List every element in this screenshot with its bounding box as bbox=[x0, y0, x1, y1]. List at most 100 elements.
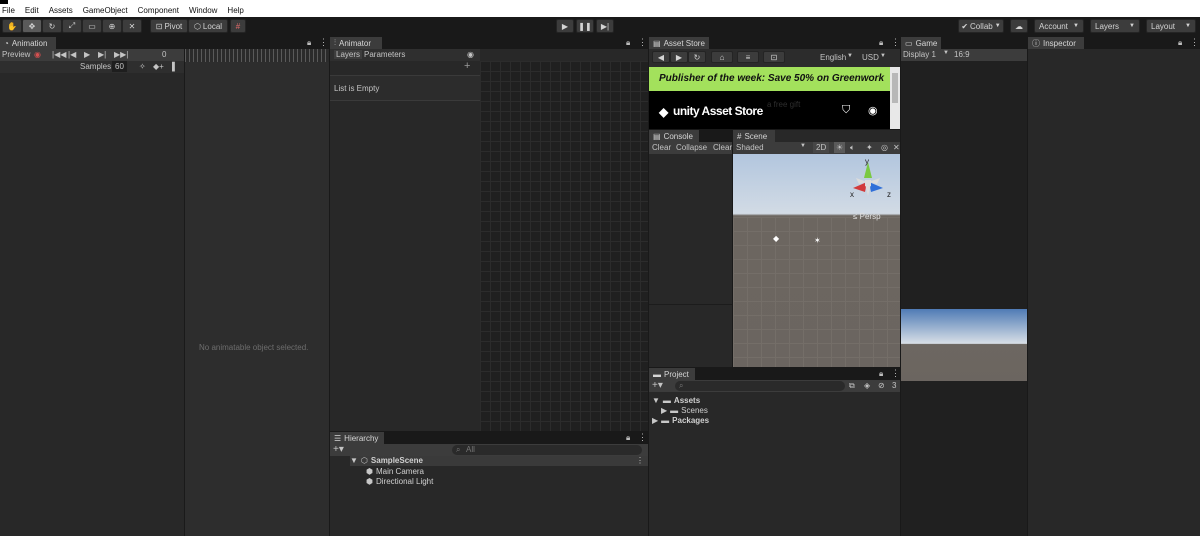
kebab-menu-icon[interactable]: ⋮ bbox=[638, 432, 647, 443]
forward-button[interactable]: ▶ bbox=[670, 51, 688, 63]
play-anim-icon[interactable]: ▶ bbox=[84, 50, 90, 59]
grid-snap-button[interactable]: # bbox=[230, 19, 246, 33]
tools-icon[interactable]: ✕ bbox=[893, 143, 900, 152]
lock-icon[interactable]: 🔒︎ bbox=[626, 38, 630, 48]
clear-on-play-button[interactable]: Clear bbox=[713, 143, 732, 152]
collapse-arrow-icon[interactable]: ▶ bbox=[652, 416, 658, 425]
scrollbar-thumb[interactable] bbox=[892, 73, 898, 103]
tab-project[interactable]: ▬ Project bbox=[649, 368, 695, 380]
collab-button[interactable]: ✔ Collab ▼ bbox=[958, 19, 1004, 33]
scene-row[interactable]: ▼ ⬡ SampleScene ⋮ bbox=[350, 456, 648, 466]
tab-inspector[interactable]: ⓘ Inspector bbox=[1028, 37, 1084, 49]
hierarchy-search[interactable]: ⌕ All bbox=[452, 445, 642, 455]
rect-tool-button[interactable]: ▭ bbox=[82, 19, 102, 33]
account-dropdown[interactable]: Account ▼ bbox=[1034, 19, 1084, 33]
menu-assets[interactable]: Assets bbox=[49, 6, 73, 15]
kebab-menu-icon[interactable]: ⋮ bbox=[891, 37, 900, 48]
game-view[interactable] bbox=[901, 61, 1027, 536]
cloud-button[interactable]: ☁ bbox=[1010, 19, 1028, 33]
last-key-icon[interactable]: ▶▶| bbox=[114, 50, 128, 59]
visibility-icon[interactable]: ◎ bbox=[881, 143, 888, 152]
tab-game[interactable]: ▭ Game bbox=[901, 37, 941, 49]
home-button[interactable]: ⌂ bbox=[711, 51, 733, 63]
tab-parameters[interactable]: Parameters bbox=[364, 50, 405, 59]
lock-icon[interactable]: 🔒︎ bbox=[307, 38, 311, 48]
record-icon[interactable]: ◉ bbox=[34, 50, 41, 59]
create-button[interactable]: +▾ bbox=[333, 444, 344, 455]
tab-animator[interactable]: ⫶ Animator bbox=[330, 37, 382, 49]
tab-layers[interactable]: Layers bbox=[334, 50, 363, 59]
light-icon[interactable]: ☀ bbox=[834, 142, 846, 153]
hidden-packages-icon[interactable]: ⊘ bbox=[878, 381, 885, 390]
hierarchy-item-light[interactable]: ⬢ Directional Light bbox=[366, 477, 433, 486]
menu-window[interactable]: Window bbox=[189, 6, 217, 15]
filter-label-icon[interactable]: ◈ bbox=[864, 381, 870, 390]
download-button[interactable]: ⊡ bbox=[763, 51, 785, 63]
next-key-icon[interactable]: ▶| bbox=[98, 50, 106, 59]
tab-asset-store[interactable]: ▤ Asset Store bbox=[649, 37, 709, 49]
light-gizmo-icon[interactable]: ✶ bbox=[814, 236, 821, 245]
tab-hierarchy[interactable]: ☰ Hierarchy bbox=[330, 432, 384, 444]
lock-icon[interactable]: 🔒︎ bbox=[879, 38, 883, 48]
play-button[interactable]: ▶ bbox=[556, 19, 574, 33]
scene-view[interactable]: y x z ≤ Persp ◆ ✶ bbox=[733, 154, 900, 367]
currency-dropdown[interactable]: USD bbox=[862, 53, 879, 62]
camera-gizmo-icon[interactable]: ◆ bbox=[773, 234, 779, 243]
project-item-assets[interactable]: ▼ ▬ Assets bbox=[652, 396, 700, 405]
reload-button[interactable]: ↻ bbox=[688, 51, 706, 63]
local-button[interactable]: ⬡ Local bbox=[188, 19, 228, 33]
rotate-tool-button[interactable]: ↻ bbox=[42, 19, 62, 33]
store-logo[interactable]: unity Asset Store bbox=[673, 104, 763, 118]
hierarchy-item-camera[interactable]: ⬢ Main Camera bbox=[366, 467, 424, 476]
menu-gameobject[interactable]: GameObject bbox=[83, 6, 128, 15]
timeline-ruler[interactable] bbox=[185, 49, 329, 62]
menu-file[interactable]: File bbox=[2, 6, 15, 15]
tab-scene[interactable]: # Scene bbox=[733, 130, 775, 142]
tab-console[interactable]: ▤ Console bbox=[649, 130, 699, 142]
persp-label[interactable]: ≤ Persp bbox=[853, 212, 881, 221]
lock-icon[interactable]: 🔒︎ bbox=[1178, 38, 1182, 48]
first-key-icon[interactable]: |◀◀ bbox=[52, 50, 66, 59]
cart-icon[interactable]: ⛉ bbox=[842, 104, 850, 117]
store-scrollbar[interactable] bbox=[890, 67, 900, 129]
move-tool-button[interactable]: ✥ bbox=[22, 19, 42, 33]
expand-arrow-icon[interactable]: ▼ bbox=[652, 396, 660, 405]
scene-menu-icon[interactable]: ⋮ bbox=[636, 456, 644, 465]
aspect-dropdown[interactable]: 16:9 bbox=[954, 50, 970, 59]
lock-icon[interactable]: 🔒︎ bbox=[879, 369, 883, 379]
step-button[interactable]: ▶| bbox=[596, 19, 614, 33]
pause-button[interactable]: ❚❚ bbox=[576, 19, 594, 33]
project-item-packages[interactable]: ▶ ▬ Packages bbox=[652, 416, 709, 425]
transform-tool-button[interactable]: ⊕ bbox=[102, 19, 122, 33]
expand-arrow-icon[interactable]: ▼ bbox=[350, 456, 358, 465]
menu-help[interactable]: Help bbox=[227, 6, 243, 15]
eye-icon[interactable]: ◉ bbox=[467, 50, 474, 59]
project-create-button[interactable]: +▾ bbox=[652, 380, 663, 391]
kebab-menu-icon[interactable]: ⋮ bbox=[1190, 37, 1199, 48]
pivot-button[interactable]: ⊡ Pivot bbox=[150, 19, 188, 33]
kebab-menu-icon[interactable]: ⋮ bbox=[319, 37, 328, 48]
2d-toggle[interactable]: 2D bbox=[813, 142, 830, 153]
tab-animation[interactable]: ◔ Animation bbox=[0, 37, 56, 49]
animator-graph[interactable] bbox=[480, 61, 648, 431]
scale-tool-button[interactable]: ⤢ bbox=[62, 19, 82, 33]
user-icon[interactable]: ◉ bbox=[868, 104, 878, 117]
back-button[interactable]: ◀ bbox=[652, 51, 670, 63]
language-dropdown[interactable]: English bbox=[820, 53, 846, 62]
layout-dropdown[interactable]: Layout ▼ bbox=[1146, 19, 1196, 33]
samples-field[interactable]: 60 bbox=[112, 61, 127, 72]
event-marker-icon[interactable]: ▌ bbox=[172, 62, 178, 71]
clear-button[interactable]: Clear bbox=[652, 143, 671, 152]
promo-banner[interactable]: Publisher of the week: Save 50% on Green… bbox=[649, 67, 890, 91]
audio-icon[interactable]: 🔈︎ bbox=[850, 143, 855, 153]
menu-button[interactable]: ≡ bbox=[737, 51, 759, 63]
filter-type-icon[interactable]: ⧉ bbox=[849, 381, 855, 391]
display-dropdown[interactable]: Display 1 bbox=[903, 50, 936, 59]
add-event-icon[interactable]: ◆+ bbox=[153, 62, 164, 71]
add-layer-icon[interactable]: + bbox=[464, 60, 470, 72]
menu-component[interactable]: Component bbox=[138, 6, 179, 15]
layers-dropdown[interactable]: Layers ▼ bbox=[1090, 19, 1140, 33]
prev-key-icon[interactable]: |◀ bbox=[68, 50, 76, 59]
kebab-menu-icon[interactable]: ⋮ bbox=[891, 368, 900, 379]
custom-tool-button[interactable]: ✕ bbox=[122, 19, 142, 33]
